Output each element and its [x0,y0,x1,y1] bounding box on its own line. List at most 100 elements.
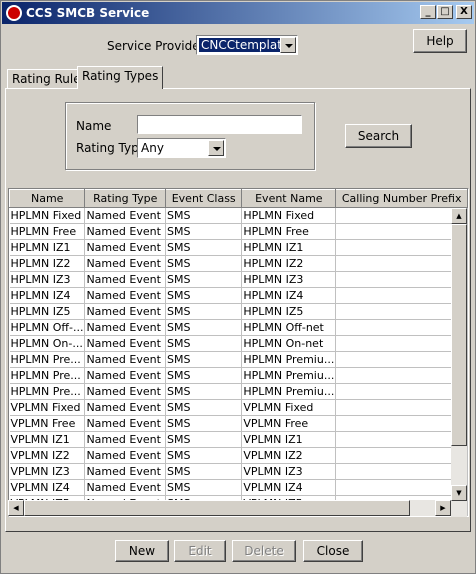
tab-rating-types[interactable]: Rating Types [77,66,164,89]
event-name-cell: VPLMN IZ4 [241,479,337,496]
rating-type-cell: Named Event [84,239,167,256]
horizontal-scroll-thumb[interactable] [24,500,410,516]
calling-number-prefix-cell [335,463,468,480]
column-header-name[interactable]: Name [9,189,86,208]
table-row[interactable]: HPLMN Pre... Named Event SMS HPLMN Premiu..… [9,383,468,400]
close-button[interactable]: Close [303,540,363,562]
table-row[interactable]: VPLMN IZ3 Named Event SMS VPLMN IZ3 [9,463,468,480]
search-button[interactable]: Search [345,124,412,148]
name-cell: HPLMN IZ5 [9,303,86,320]
name-cell: HPLMN Off-... [9,319,86,336]
vertical-scrollbar[interactable]: ▲ ▼ [451,208,467,517]
close-window-button[interactable]: X [456,5,472,19]
rating-type-cell: Named Event [84,367,167,384]
event-name-cell: HPLMN Fixed [241,207,337,224]
service-provider-value: CNCCtemplate [199,38,292,52]
tab-rating-types-label: Rating Types [82,69,159,83]
chevron-down-icon[interactable] [280,37,296,53]
app-logo-icon [6,5,22,21]
event-class-cell: SMS [165,271,243,288]
calling-number-prefix-cell [335,367,468,384]
column-header-event-class[interactable]: Event Class [165,189,243,208]
event-class-cell: SMS [165,239,243,256]
help-button-label: Help [426,34,454,48]
event-name-cell: HPLMN Premiu... [241,367,337,384]
event-class-cell: SMS [165,383,243,400]
event-class-cell: SMS [165,335,243,352]
scroll-up-icon[interactable]: ▲ [451,208,467,224]
calling-number-prefix-cell [335,447,468,464]
table-row[interactable]: HPLMN Pre... Named Event SMS HPLMN Premiu..… [9,351,468,368]
chevron-down-icon[interactable] [208,140,224,156]
table-row[interactable]: VPLMN Free Named Event SMS VPLMN Free [9,415,468,432]
table-row[interactable]: VPLMN IZ4 Named Event SMS VPLMN IZ4 [9,479,468,496]
event-class-cell: SMS [165,207,243,224]
column-header-event-name[interactable]: Event Name [241,189,337,208]
rating-type-cell: Named Event [84,255,167,272]
event-class-cell: SMS [165,351,243,368]
table-row[interactable]: VPLMN IZ1 Named Event SMS VPLMN IZ1 [9,431,468,448]
table-row[interactable]: VPLMN Fixed Named Event SMS VPLMN Fixed [9,399,468,416]
table-row[interactable]: VPLMN IZ2 Named Event SMS VPLMN IZ2 [9,447,468,464]
rating-type-cell: Named Event [84,447,167,464]
delete-button[interactable]: Delete [232,540,296,562]
name-cell: HPLMN IZ2 [9,255,86,272]
name-cell: HPLMN IZ4 [9,287,86,304]
horizontal-scrollbar[interactable]: ◀ ▶ [8,500,451,516]
event-name-cell: HPLMN Off-net [241,319,337,336]
tab-rating-rules-label: Rating Rules [12,72,87,86]
calling-number-prefix-cell [335,335,468,352]
maximize-button[interactable]: □ [437,5,453,19]
event-name-cell: VPLMN Fixed [241,399,337,416]
column-header-calling-number-prefix[interactable]: Calling Number Prefix [335,189,468,208]
table-row[interactable]: HPLMN Free Named Event SMS HPLMN Free [9,223,468,240]
calling-number-prefix-cell [335,303,468,320]
rating-type-select[interactable]: Any [137,138,226,158]
rating-type-cell: Named Event [84,207,167,224]
table-row[interactable]: HPLMN Fixed Named Event SMS HPLMN Fixed [9,207,468,224]
rating-type-value: Any [141,141,164,155]
rating-type-cell: Named Event [84,335,167,352]
table-row[interactable]: HPLMN IZ2 Named Event SMS HPLMN IZ2 [9,255,468,272]
event-class-cell: SMS [165,223,243,240]
name-cell: VPLMN IZ4 [9,479,86,496]
rating-type-label: Rating Type [76,141,147,155]
search-groupbox [65,102,315,170]
scroll-down-icon[interactable]: ▼ [451,485,467,501]
rating-type-cell: Named Event [84,351,167,368]
event-name-cell: VPLMN Free [241,415,337,432]
calling-number-prefix-cell [335,399,468,416]
minimize-button[interactable]: _ [420,5,436,19]
help-button[interactable]: Help [413,29,467,53]
service-provider-select[interactable]: CNCCtemplate [196,35,298,55]
name-cell: HPLMN IZ1 [9,239,86,256]
search-button-label: Search [357,129,400,143]
rating-type-cell: Named Event [84,399,167,416]
new-button[interactable]: New [115,540,169,562]
column-header-rating-type[interactable]: Rating Type [84,189,167,208]
title-bar[interactable]: CCS SMCB Service _ □ X [2,2,474,24]
calling-number-prefix-cell [335,431,468,448]
name-input[interactable] [137,115,302,134]
rating-types-table[interactable]: Name Rating Type Event Class Event Name … [8,188,469,517]
table-row[interactable]: HPLMN IZ1 Named Event SMS HPLMN IZ1 [9,239,468,256]
edit-button[interactable]: Edit [174,540,226,562]
event-name-cell: HPLMN On-net [241,335,337,352]
name-cell: HPLMN IZ3 [9,271,86,288]
rating-type-cell: Named Event [84,383,167,400]
event-class-cell: SMS [165,319,243,336]
table-row[interactable]: HPLMN IZ3 Named Event SMS HPLMN IZ3 [9,271,468,288]
scroll-left-icon[interactable]: ◀ [8,500,24,516]
event-class-cell: SMS [165,399,243,416]
name-cell: HPLMN On-... [9,335,86,352]
table-row[interactable]: HPLMN IZ5 Named Event SMS HPLMN IZ5 [9,303,468,320]
scroll-right-icon[interactable]: ▶ [435,500,451,516]
table-row[interactable]: HPLMN Off-... Named Event SMS HPLMN Off-net [9,319,468,336]
name-cell: HPLMN Pre... [9,351,86,368]
vertical-scroll-thumb[interactable] [451,224,467,446]
event-name-cell: HPLMN IZ1 [241,239,337,256]
table-row[interactable]: HPLMN Pre... Named Event SMS HPLMN Premiu..… [9,367,468,384]
table-row[interactable]: HPLMN IZ4 Named Event SMS HPLMN IZ4 [9,287,468,304]
table-row[interactable]: HPLMN On-... Named Event SMS HPLMN On-net [9,335,468,352]
app-window: CCS SMCB Service _ □ X Service Provider … [0,0,476,574]
